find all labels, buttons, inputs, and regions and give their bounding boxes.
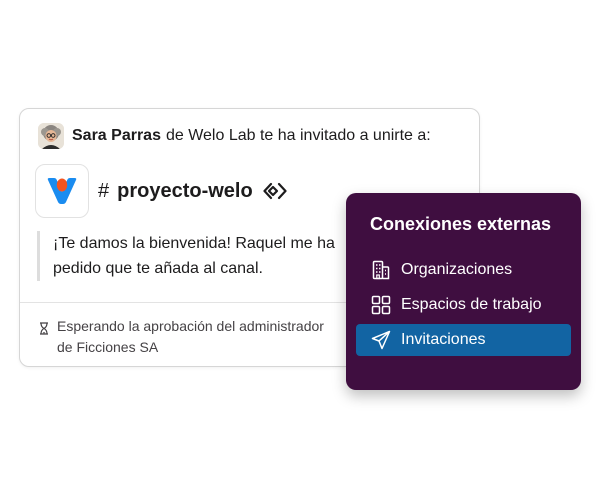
nav-item-organizaciones[interactable]: Organizaciones: [356, 254, 571, 286]
invite-text: de Welo Lab te ha invitado a unirte a:: [165, 127, 431, 144]
nav-item-label: Invitaciones: [401, 331, 486, 348]
nav-item-label: Organizaciones: [401, 261, 513, 278]
external-connections-title: Conexiones externas: [370, 214, 552, 234]
grid-icon: [370, 294, 392, 316]
stage: Sara Parras de Welo Lab te ha invitado a…: [0, 0, 600, 500]
pending-status-text: Esperando la aprobación del administrado…: [57, 318, 324, 355]
pending-status: Esperando la aprobación del administrado…: [39, 316, 339, 358]
channel-row: # proyecto-welo: [35, 164, 287, 218]
channel-hash: #: [98, 179, 110, 202]
nav-item-espacios-de-trabajo[interactable]: Espacios de trabajo: [356, 289, 571, 321]
nav-item-label: Espacios de trabajo: [401, 296, 542, 313]
welcome-message: ¡Te damos la bienvenida! Raquel me ha pe…: [37, 231, 353, 281]
shared-channel-icon: [263, 182, 287, 200]
building-icon: [370, 259, 392, 281]
channel-name: proyecto-welo: [117, 179, 253, 202]
paper-plane-icon: [370, 329, 392, 351]
sender-avatar: [38, 123, 64, 149]
invite-header: Sara Parras de Welo Lab te ha invitado a…: [38, 123, 431, 149]
welo-logo: [35, 164, 89, 218]
hourglass-icon: [39, 320, 51, 341]
nav-item-invitaciones[interactable]: Invitaciones: [356, 324, 571, 356]
external-connections-panel: Conexiones externas Organizaciones Espac…: [346, 193, 581, 390]
sender-name: Sara Parras: [72, 127, 161, 144]
